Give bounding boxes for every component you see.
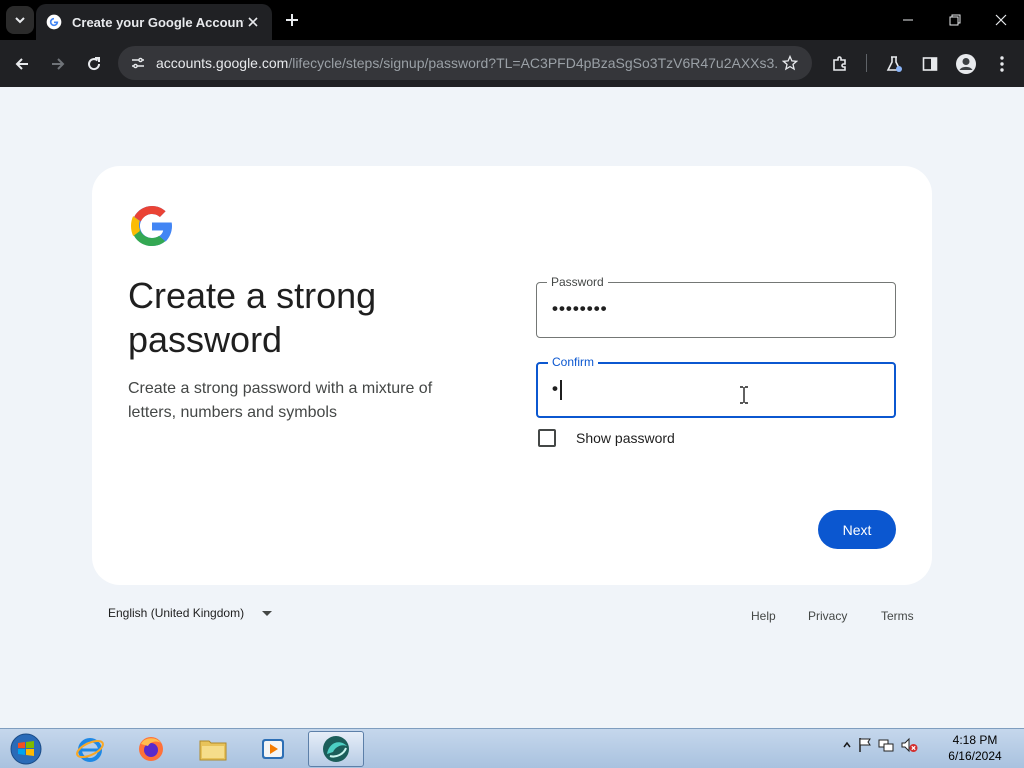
- show-password-toggle[interactable]: Show password: [538, 429, 675, 447]
- page-heading: Create a strong password: [128, 275, 377, 360]
- profile-icon: [956, 54, 976, 74]
- menu-icon: [1000, 56, 1004, 72]
- clock-date: 6/16/2024: [948, 749, 1002, 763]
- google-logo: [131, 206, 172, 246]
- extensions-icon: [833, 56, 846, 71]
- url-text: accounts.google.com/lifecycle/steps/sign…: [156, 55, 778, 71]
- tab-title: Create your Google Account: [72, 14, 244, 30]
- bookmark-button[interactable]: [778, 51, 802, 75]
- chevron-up-icon[interactable]: [842, 740, 852, 750]
- help-link[interactable]: Help: [751, 609, 776, 623]
- site-info-icon: [132, 57, 144, 69]
- minimize-button[interactable]: [894, 6, 922, 34]
- url-host: accounts.google.com: [156, 55, 289, 71]
- tab-bar: Create your Google Account: [0, 0, 1024, 40]
- clock-time: 4:18 PM: [952, 733, 998, 747]
- close-window-button[interactable]: [987, 6, 1015, 34]
- labs-icon: [886, 56, 902, 72]
- reload-button[interactable]: [80, 50, 108, 78]
- app-icon: [323, 736, 349, 762]
- media-player-icon: [262, 739, 284, 759]
- side-panel-button[interactable]: [916, 50, 944, 78]
- taskbar-file-explorer[interactable]: [185, 731, 241, 767]
- star-icon: [782, 55, 798, 71]
- password-field[interactable]: Password ••••••••: [536, 274, 896, 338]
- system-tray: [842, 737, 918, 753]
- back-button[interactable]: [8, 50, 36, 78]
- internet-explorer-icon: [76, 738, 104, 762]
- profile-button[interactable]: [952, 50, 980, 78]
- firefox-icon: [139, 737, 163, 761]
- forward-icon: [52, 58, 65, 70]
- restore-button[interactable]: [941, 6, 969, 34]
- restore-icon: [949, 14, 961, 26]
- minimize-icon: [903, 19, 913, 21]
- caret-down-icon: [262, 610, 273, 616]
- flag-icon[interactable]: [858, 737, 872, 753]
- ibeam-cursor-icon: [740, 386, 748, 404]
- site-info-button[interactable]: [126, 51, 150, 75]
- labs-button[interactable]: [880, 50, 908, 78]
- browser-toolbar: accounts.google.com/lifecycle/steps/sign…: [0, 40, 1024, 87]
- side-panel-icon: [922, 57, 938, 71]
- reload-icon: [88, 57, 101, 71]
- taskbar-internet-explorer[interactable]: [62, 731, 118, 767]
- menu-button[interactable]: [988, 50, 1016, 78]
- show-password-checkbox[interactable]: [538, 429, 556, 447]
- plus-icon: [286, 14, 298, 26]
- chevron-down-icon: [15, 17, 25, 24]
- text-caret: [560, 380, 562, 400]
- close-icon: [248, 17, 258, 27]
- forward-button[interactable]: [44, 50, 72, 78]
- tab-close-button[interactable]: [244, 13, 262, 31]
- language-selector[interactable]: English (United Kingdom): [108, 606, 273, 620]
- new-tab-button[interactable]: [280, 8, 304, 32]
- confirm-label: Confirm: [548, 354, 599, 370]
- extensions-button[interactable]: [826, 50, 854, 78]
- language-label: English (United Kingdom): [108, 606, 245, 620]
- windows-taskbar: 4:18 PM 6/16/2024: [0, 728, 1024, 768]
- page-subtext: Create a strong password with a mixture …: [128, 380, 433, 421]
- taskbar-active-app[interactable]: [308, 731, 364, 767]
- taskbar-media-player[interactable]: [245, 731, 301, 767]
- url-path: /lifecycle/steps/signup/password?TL=AC3P…: [288, 55, 778, 71]
- close-icon: [995, 14, 1007, 26]
- windows-start-icon[interactable]: [8, 732, 44, 766]
- google-favicon: [46, 14, 62, 30]
- confirm-field[interactable]: Confirm •: [536, 354, 896, 418]
- next-button[interactable]: Next: [818, 510, 896, 549]
- volume-muted-icon[interactable]: [900, 737, 918, 753]
- taskbar-clock[interactable]: 4:18 PM 6/16/2024: [940, 732, 1010, 764]
- file-explorer-icon: [199, 740, 227, 761]
- address-bar[interactable]: accounts.google.com/lifecycle/steps/sign…: [118, 46, 812, 80]
- password-label: Password: [547, 274, 608, 290]
- privacy-link[interactable]: Privacy: [808, 609, 847, 623]
- taskbar-firefox[interactable]: [123, 731, 179, 767]
- terms-link[interactable]: Terms: [881, 609, 914, 623]
- confirm-value: •: [552, 379, 559, 398]
- signup-card: Create a strong password Create a strong…: [92, 166, 932, 585]
- back-icon: [15, 58, 28, 70]
- network-icon[interactable]: [878, 737, 894, 753]
- toolbar-divider: [866, 54, 867, 72]
- password-value: ••••••••: [552, 299, 608, 318]
- tab-search-button[interactable]: [6, 6, 34, 34]
- tab-active[interactable]: Create your Google Account: [36, 4, 272, 40]
- show-password-label: Show password: [576, 430, 675, 446]
